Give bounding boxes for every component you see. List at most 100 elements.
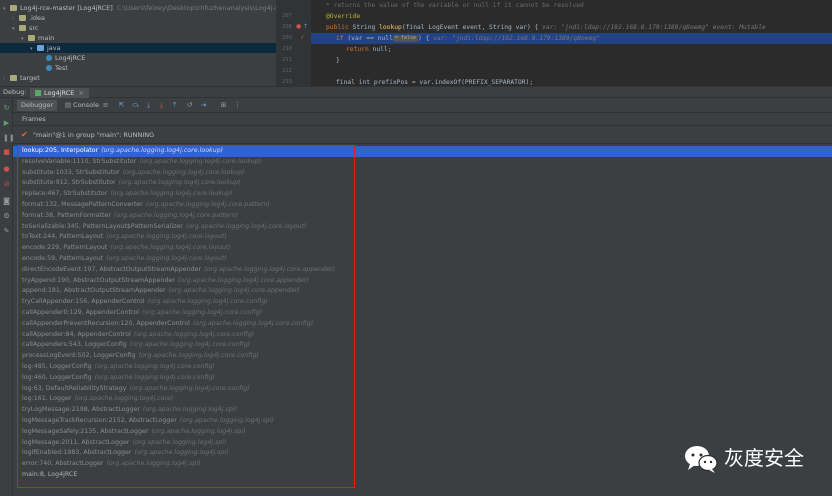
console-icon: ▤ [65, 101, 72, 109]
drop-frame-icon[interactable]: ↺ [185, 101, 194, 110]
override-marker-icon[interactable]: ● [296, 22, 301, 32]
stack-frame-row[interactable]: replace:467, StrSubstitutor (org.apache.l… [13, 189, 832, 200]
stack-frame-row[interactable]: logMessageTrackRecursion:2152, AbstractL… [13, 416, 832, 427]
code-editor[interactable]: 207 208 209 210 211 212 213 ● ↑ ✓ * returns the v… [276, 0, 832, 86]
breakpoint-icon[interactable]: ✓ [300, 33, 305, 43]
code-brace-line: } [336, 57, 340, 64]
pause-icon[interactable]: ❚❚ [3, 135, 15, 142]
stack-frame-row[interactable]: lookup:205, Interpolator (org.apache.logg… [13, 146, 832, 157]
thread-selector[interactable]: ✔ "main"@1 in group "main": RUNNING [13, 126, 832, 144]
stack-frame-row[interactable]: callAppenders:543, LoggerConfig (org.apac… [13, 340, 832, 351]
code-comment-line: * returns the value of the variable or n… [326, 2, 584, 9]
java-class-icon [46, 55, 52, 61]
stack-frame-row[interactable]: log:63, DefaultReliabilityStrategy (org.a… [13, 384, 832, 395]
close-icon[interactable]: × [78, 89, 83, 97]
step-out-icon[interactable]: ⤒ [170, 101, 179, 110]
line-number: 210 [282, 46, 292, 52]
chevron-icon[interactable]: › [3, 74, 10, 84]
frame-package: (org.apache.logging.log4j.spi) [134, 449, 229, 457]
frame-method: callAppender:84, AppenderControl [22, 330, 131, 338]
frame-package: (org.apache.logging.log4j.core.config) [147, 298, 268, 306]
stack-frame-row[interactable]: resolveVariable:1110, StrSubstitutor (org… [13, 157, 832, 168]
frame-method: substitute:1033, StrSubstitutor [22, 168, 120, 176]
tree-item-label: target [20, 74, 40, 82]
stack-frame-row[interactable]: substitute:1033, StrSubstitutor (org.apac… [13, 168, 832, 179]
force-step-into-icon[interactable]: ⤓ [157, 101, 166, 110]
show-execution-point-icon[interactable]: ⇱ [117, 101, 126, 110]
frame-method: callAppender0:129, AppenderControl [22, 309, 139, 316]
settings-gear-icon[interactable]: ⚙ [3, 213, 10, 220]
folder-icon [19, 15, 26, 21]
stack-frame-row[interactable]: tryAppend:190, AbstractOutputStreamAppen… [13, 276, 832, 287]
tree-item[interactable]: ▾ java [0, 43, 276, 53]
frame-method: lookup:205, Interpolator [22, 147, 99, 154]
line-number: 209 [282, 35, 292, 41]
wechat-logo-icon [685, 446, 718, 473]
frame-package: (org.apache.logging.log4j.core.config) [133, 330, 255, 338]
frame-method: logMessage:2011, AbstractLogger [22, 438, 130, 446]
frame-package: (org.apache.logging.log4j.core.layout) [106, 255, 227, 262]
evaluate-expression-icon[interactable]: ⊞ [219, 101, 228, 110]
stack-frame-row[interactable]: log:161, Logger (org.apache.logging.log4j… [13, 394, 832, 405]
stack-frame-row[interactable]: callAppender0:129, AppenderControl (org.a… [13, 308, 832, 319]
up-arrow-icon[interactable]: ↑ [303, 22, 308, 32]
mute-breakpoints-icon[interactable]: ⊘ [3, 181, 10, 188]
frames-panel-header: Frames [13, 113, 832, 126]
stack-frame-row[interactable]: toText:244, PatternLayout (org.apache.log… [13, 232, 832, 243]
frame-package: (org.apache.logging.log4j.core.pattern) [113, 211, 239, 219]
frame-package: (org.apache.logging.log4j.core.lookup) [101, 147, 224, 154]
tree-item[interactable]: Test [0, 63, 276, 73]
stack-frame-row[interactable]: format:38, PatternFormatter (org.apache.l… [13, 211, 832, 222]
pin-icon[interactable]: ✎ [3, 228, 10, 235]
stack-frame-row[interactable]: encode:229, PatternLayout (org.apache.log… [13, 243, 832, 254]
stack-frame-row[interactable]: logMessageSafely:2135, AbstractLogger (or… [13, 427, 832, 438]
tree-item-path: C:\Users\feixey\Desktop\chfuzhenanalysis… [116, 4, 276, 12]
tree-item[interactable]: › target [0, 73, 276, 83]
stack-frame-row[interactable]: callAppenderPreventRecursion:120, Append… [13, 319, 832, 330]
stack-frame-row[interactable]: callAppender:84, AppenderControl (org.apa… [13, 330, 832, 341]
rerun-icon[interactable]: ↻ [3, 105, 10, 112]
frame-package: (org.apache.logging.log4j.core.lookup) [122, 168, 245, 176]
stack-frame-row[interactable]: log:460, LoggerConfig (org.apache.logging… [13, 373, 832, 384]
tab-debugger[interactable]: Debugger [17, 100, 58, 111]
tree-item-label: Test [55, 64, 68, 72]
watermark-text: 灰度安全 [724, 446, 804, 470]
frame-method: encode:59, PatternLayout [22, 255, 104, 262]
stop-icon[interactable]: ■ [3, 149, 10, 156]
frame-method: encode:229, PatternLayout [22, 244, 108, 252]
step-over-icon[interactable]: ⤼ [131, 101, 140, 110]
debug-side-toolbar: ↻ ▶ ❚❚ ■ ● ⊘ ◙ ⚙ ✎ [0, 98, 15, 496]
camera-icon[interactable]: ◙ [3, 198, 10, 205]
stack-frame-row[interactable]: tryCallAppender:156, AppenderControl (org… [13, 297, 832, 308]
tree-item[interactable]: › .idea [0, 13, 276, 23]
tree-item[interactable]: ▾ Log4j-rce-master [Log4jRCE] C:\Users\fei… [0, 3, 276, 13]
stack-frame-row[interactable]: tryLogMessage:2198, AbstractLogger (org.a… [13, 405, 832, 416]
more-options-icon[interactable]: ⋮ [233, 101, 242, 110]
layout-icon[interactable]: ≡ [101, 101, 110, 110]
frame-method: log:485, LoggerConfig [22, 363, 92, 370]
frame-package: (org.apache.logging.log4j.core.layout) [185, 222, 307, 230]
stack-frame-row[interactable]: directEncodeEvent:197, AbstractOutputStr… [13, 265, 832, 276]
tree-item[interactable]: Log4jRCE [0, 53, 276, 63]
frame-method: callAppenders:543, LoggerConfig [22, 341, 127, 349]
run-to-cursor-icon[interactable]: ⇥ [199, 101, 208, 110]
tree-item[interactable]: ▾ main [0, 33, 276, 43]
tree-item[interactable]: ▾ src [0, 23, 276, 33]
line-number: 211 [282, 57, 292, 63]
frame-package: (org.apache.logging.log4j.core.layout) [106, 233, 227, 241]
debug-session-tab[interactable]: Log4jRCE × [30, 88, 89, 98]
step-into-icon[interactable]: ⤓ [144, 101, 153, 110]
resume-icon[interactable]: ▶ [3, 120, 10, 127]
stack-frame-row[interactable]: substitute:912, StrSubstitutor (org.apach… [13, 178, 832, 189]
frame-package: (org.apache.logging.log4j.spi) [106, 460, 201, 468]
stack-frame-row[interactable]: processLogEvent:502, LoggerConfig (org.ap… [13, 351, 832, 362]
stack-frame-row[interactable]: encode:59, PatternLayout (org.apache.logg… [13, 254, 832, 265]
stack-frame-row[interactable]: log:485, LoggerConfig (org.apache.logging… [13, 362, 832, 373]
line-number: 213 [282, 79, 292, 85]
tab-console[interactable]: ▤ Console [61, 100, 103, 111]
folder-icon [19, 25, 26, 31]
stack-frame-row[interactable]: format:132, MessagePatternConverter (org.… [13, 200, 832, 211]
stack-frame-row[interactable]: append:181, AbstractOutputStreamAppender… [13, 286, 832, 297]
view-breakpoints-icon[interactable]: ● [3, 166, 10, 173]
stack-frame-row[interactable]: toSerializable:345, PatternLayout$Patter… [13, 222, 832, 233]
